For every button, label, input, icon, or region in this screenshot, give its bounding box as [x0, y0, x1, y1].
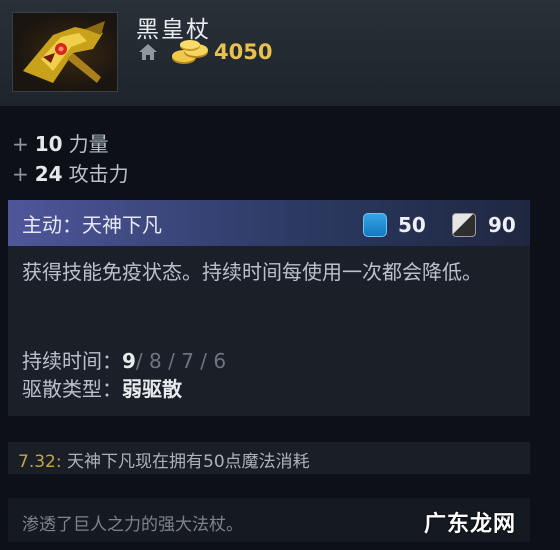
- item-name: 黑皇杖: [136, 17, 211, 43]
- lore-text: 渗透了巨人之力的强大法杖。: [22, 515, 243, 535]
- duration-label: 持续时间：: [22, 349, 122, 373]
- ability-header: 主动：天神下凡 50 90: [8, 200, 530, 246]
- attribute-label: 攻击力: [68, 162, 129, 186]
- duration-stat: 持续时间：9/ 8 / 7 / 6: [22, 345, 226, 374]
- attribute-value: 24: [34, 162, 63, 186]
- attribute-strength: +10 力量: [12, 128, 109, 157]
- attribute-value: 10: [34, 132, 63, 156]
- item-header: 黑皇杖 4050: [0, 0, 560, 106]
- mana-cost-icon: [363, 213, 387, 237]
- dispel-stat: 驱散类型：弱驱散: [22, 373, 182, 402]
- watermark: 广东龙网: [424, 512, 517, 537]
- ability-title: 主动：天神下凡: [22, 213, 162, 237]
- attribute-label: 力量: [68, 132, 109, 156]
- mana-cost-value: 50: [398, 213, 426, 237]
- patch-note-text: 7.32: 天神下凡现在拥有50点魔法消耗: [18, 447, 310, 472]
- attribute-damage: +24 攻击力: [12, 158, 129, 187]
- home-icon: [139, 44, 157, 60]
- patch-note: 7.32: 天神下凡现在拥有50点魔法消耗: [8, 442, 530, 474]
- ability-description: 获得技能免疫状态。持续时间每使用一次都会降低。: [22, 260, 482, 284]
- cooldown-value: 90: [488, 213, 516, 237]
- item-cost: 4050: [214, 40, 273, 64]
- patch-version: 7.32:: [18, 452, 62, 472]
- dispel-value: 弱驱散: [122, 377, 182, 401]
- gold-coins-icon: [172, 40, 208, 64]
- black-king-bar-icon: [12, 12, 118, 92]
- duration-current: 9: [122, 349, 136, 373]
- active-ability-panel: 主动：天神下凡 50 90 获得技能免疫状态。持续时间每使用一次都会降低。 持续…: [8, 200, 530, 416]
- attribute-plus: +: [12, 132, 29, 156]
- dispel-label: 驱散类型：: [22, 377, 122, 401]
- duration-levels: / 8 / 7 / 6: [135, 349, 227, 373]
- patch-description: 天神下凡现在拥有50点魔法消耗: [61, 452, 310, 472]
- cooldown-icon: [452, 213, 476, 237]
- attribute-plus: +: [12, 162, 29, 186]
